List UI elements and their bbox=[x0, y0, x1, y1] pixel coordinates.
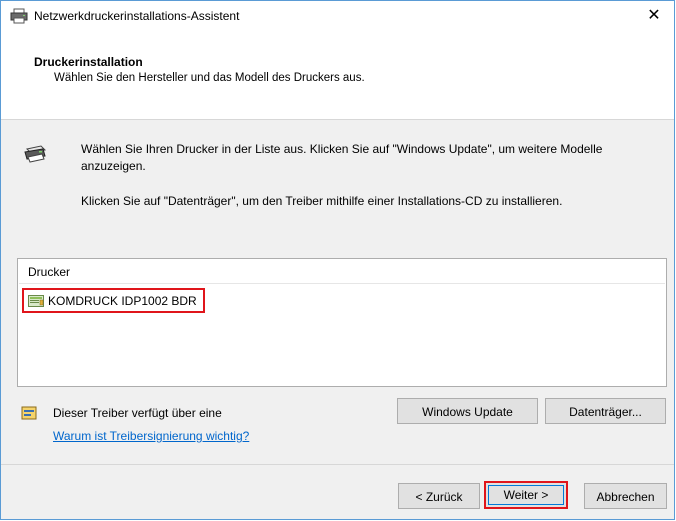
signature-status-text: Dieser Treiber verfügt über eine bbox=[53, 406, 222, 420]
list-column-header: Drucker bbox=[28, 265, 71, 279]
windows-update-button[interactable]: Windows Update bbox=[397, 398, 538, 424]
instruction-text: Wählen Sie Ihren Drucker in der Liste au… bbox=[81, 142, 603, 173]
printer-icon bbox=[24, 145, 47, 163]
next-button-label: Weiter > bbox=[488, 485, 564, 505]
wizard-header: Druckerinstallation Wählen Sie den Herst… bbox=[1, 31, 674, 120]
list-item[interactable]: KOMDRUCK IDP1002 BDR bbox=[22, 288, 205, 313]
driver-icon bbox=[28, 294, 44, 307]
page-subtitle: Wählen Sie den Hersteller und das Modell… bbox=[54, 72, 365, 84]
close-button[interactable]: ✕ bbox=[642, 5, 666, 27]
footer-divider bbox=[1, 464, 674, 465]
wizard-window: Netzwerkdruckerinstallations-Assistent ✕… bbox=[0, 0, 675, 520]
printer-listbox[interactable]: Drucker KOMDRUCK IDP1002 BDR bbox=[17, 258, 667, 387]
back-button[interactable]: < Zurück bbox=[398, 483, 480, 509]
page-title: Druckerinstallation bbox=[34, 55, 143, 69]
next-button[interactable]: Weiter > bbox=[484, 481, 568, 509]
window-title: Netzwerkdruckerinstallations-Assistent bbox=[34, 9, 240, 23]
instruction-text-disk: Klicken Sie auf "Datenträger", um den Tr… bbox=[81, 194, 563, 208]
list-header-divider bbox=[19, 283, 665, 284]
have-disk-button[interactable]: Datenträger... bbox=[545, 398, 666, 424]
cancel-button[interactable]: Abbrechen bbox=[584, 483, 667, 509]
signature-info-link[interactable]: Warum ist Treibersignierung wichtig? bbox=[53, 429, 249, 443]
list-item-label: KOMDRUCK IDP1002 BDR bbox=[48, 293, 197, 308]
title-bar: Netzwerkdruckerinstallations-Assistent ✕ bbox=[1, 1, 674, 31]
printer-icon bbox=[10, 8, 28, 24]
driver-signature-icon bbox=[21, 406, 37, 420]
